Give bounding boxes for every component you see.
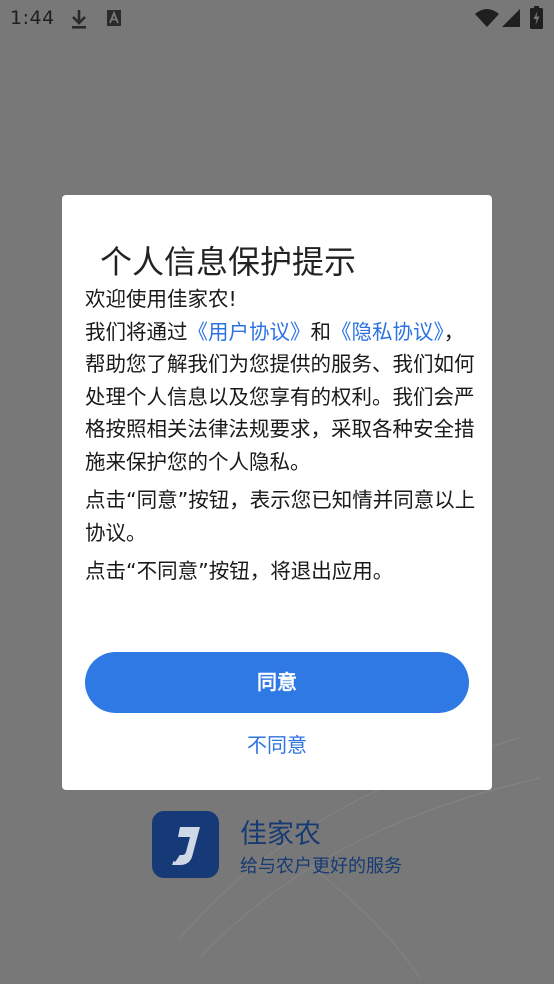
dialog-title: 个人信息保护提示 <box>100 243 357 281</box>
user-agreement-link[interactable]: 《用户协议》 <box>188 320 311 344</box>
font-a-icon <box>106 8 122 32</box>
dialog-body: 欢迎使用佳家农! 我们将通过《用户协议》和《隐私协议》，帮助您了解我们为您提供的… <box>85 283 479 588</box>
agree-button[interactable]: 同意 <box>85 652 469 713</box>
privacy-policy-link[interactable]: 《隐私协议》 <box>331 320 444 344</box>
status-time: 1:44 <box>10 7 55 29</box>
welcome-text: 欢迎使用佳家农! <box>85 287 237 311</box>
signal-icon <box>502 9 520 31</box>
disagree-button[interactable]: 不同意 <box>62 727 492 763</box>
agree-note: 点击“同意”按钮，表示您已知情并同意以上协议。 <box>85 488 476 545</box>
download-icon <box>70 8 88 34</box>
disagree-note: 点击“不同意”按钮，将退出应用。 <box>85 559 394 583</box>
and-text: 和 <box>310 319 332 344</box>
app-name: 佳家农 <box>240 819 321 850</box>
battery-charging-icon <box>530 6 543 33</box>
status-bar: 1:44 <box>0 0 554 38</box>
app-logo-icon <box>152 811 219 878</box>
wifi-icon <box>475 9 499 31</box>
privacy-dialog: 个人信息保护提示 欢迎使用佳家农! 我们将通过《用户协议》和《隐私协议》，帮助您… <box>62 195 492 790</box>
agreement-paragraph: 我们将通过《用户协议》和《隐私协议》，帮助您了解我们为您提供的服务、我们如何处理… <box>85 316 479 479</box>
intro-before-text: 我们将通过 <box>85 319 188 344</box>
app-slogan: 给与农户更好的服务 <box>240 856 402 877</box>
